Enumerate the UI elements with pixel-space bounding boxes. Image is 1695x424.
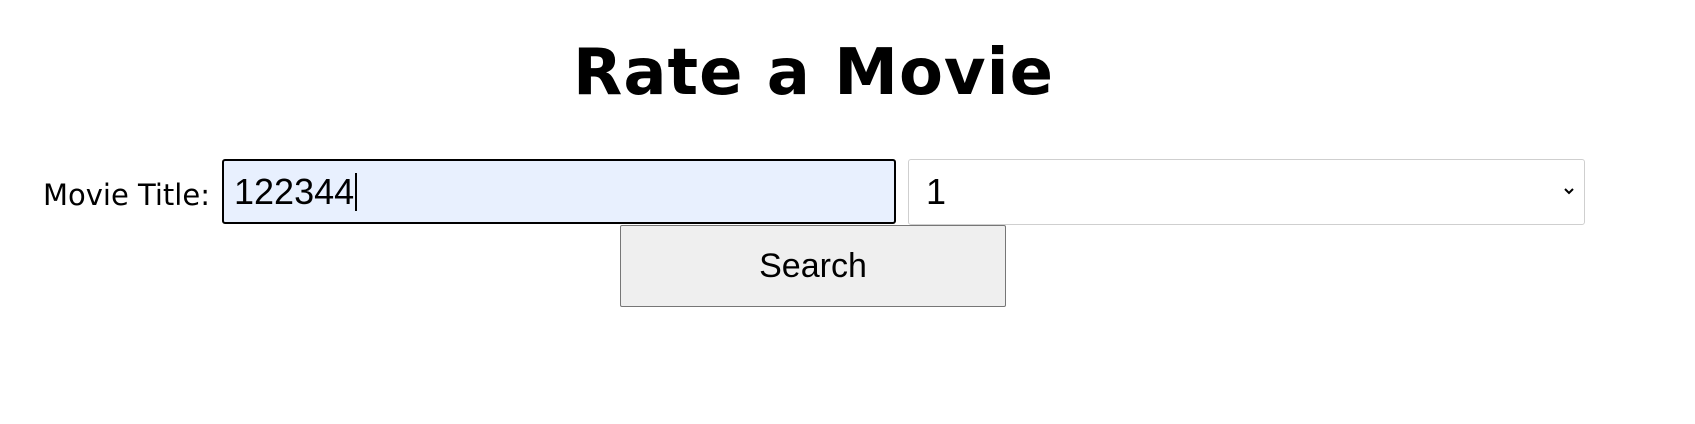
rating-select[interactable]: 1 — [908, 159, 1585, 225]
movie-title-label: Movie Title: — [43, 178, 210, 212]
page-title: Rate a Movie — [573, 36, 1054, 110]
rating-select-value: 1 — [926, 171, 947, 212]
movie-title-input[interactable]: 122344 — [222, 159, 896, 224]
chevron-down-icon — [1564, 160, 1574, 224]
text-caret — [355, 173, 358, 211]
movie-title-value: 122344 — [234, 171, 355, 212]
search-button[interactable]: Search — [620, 225, 1006, 307]
